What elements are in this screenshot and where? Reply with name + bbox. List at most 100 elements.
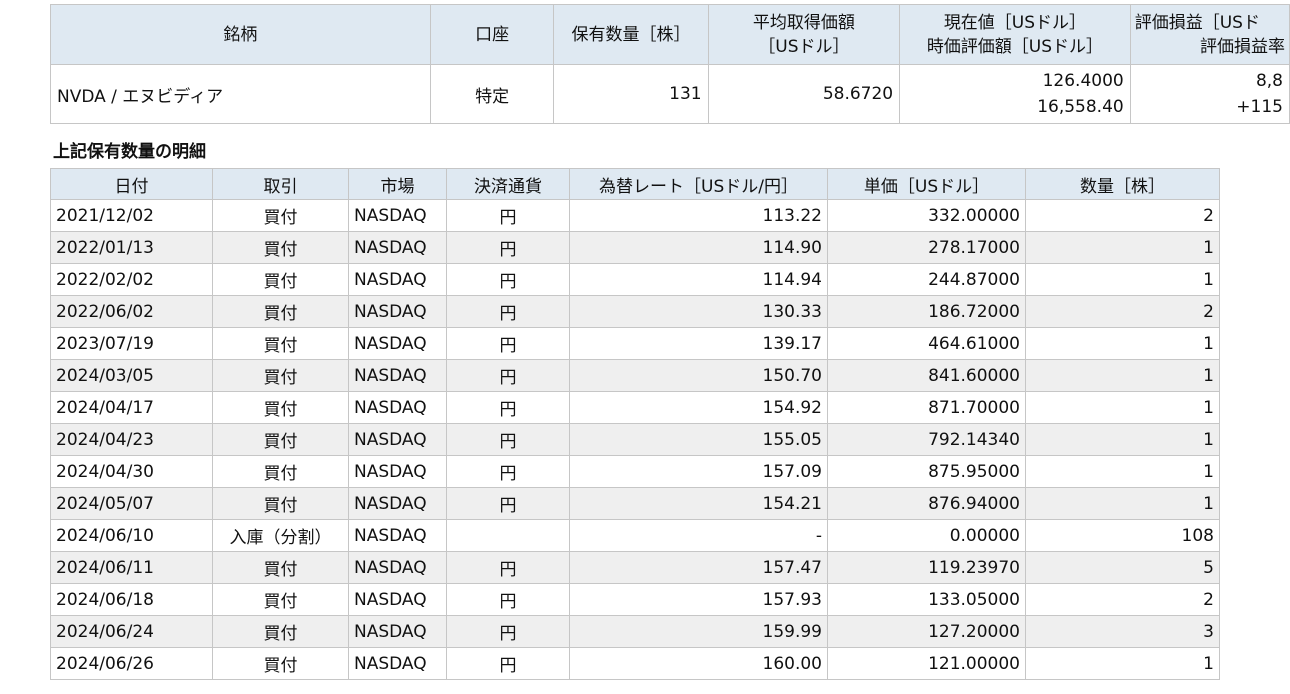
row-unit-price: 871.70000 <box>827 391 1026 424</box>
row-currency: 円 <box>446 231 570 264</box>
holding-current-price: 126.4000 <box>1042 71 1124 91</box>
row-currency: 円 <box>446 615 570 648</box>
holdings-summary-table: 銘柄 口座 保有数量［株］ 平均取得価額 ［USドル］ 現在値［USドル］ 時価… <box>50 4 1290 124</box>
row-quantity: 5 <box>1025 551 1220 584</box>
header-avg-cost-line1: 平均取得価額 <box>752 12 855 33</box>
table-row: 2024/04/23 買付 NASDAQ 円 155.05 792.14340 1 <box>50 423 1220 456</box>
row-trade: 買付 <box>212 423 349 456</box>
row-trade: 買付 <box>212 455 349 488</box>
row-fx-rate: - <box>569 519 828 552</box>
row-market: NASDAQ <box>348 391 447 424</box>
row-date: 2024/06/26 <box>50 647 213 680</box>
row-market: NASDAQ <box>348 647 447 680</box>
row-currency: 円 <box>446 551 570 584</box>
row-trade: 買付 <box>212 359 349 392</box>
header-date: 日付 <box>50 168 213 200</box>
holding-pl-rate: +115 <box>1236 97 1283 117</box>
row-quantity: 1 <box>1025 327 1220 360</box>
detail-header-row: 日付 取引 市場 決済通貨 為替レート［USドル/円］ 単価［USドル］ 数量［… <box>50 168 1220 200</box>
row-currency: 円 <box>446 423 570 456</box>
header-qty: 数量［株］ <box>1025 168 1220 200</box>
row-trade: 買付 <box>212 615 349 648</box>
table-row: 2024/06/26 買付 NASDAQ 円 160.00 121.00000 1 <box>50 647 1220 680</box>
row-date: 2022/01/13 <box>50 231 213 264</box>
row-date: 2024/06/18 <box>50 583 213 616</box>
header-brand: 銘柄 <box>50 4 431 65</box>
row-market: NASDAQ <box>348 231 447 264</box>
row-currency: 円 <box>446 487 570 520</box>
row-date: 2024/03/05 <box>50 359 213 392</box>
header-unit-price: 単価［USドル］ <box>827 168 1026 200</box>
row-trade: 買付 <box>212 327 349 360</box>
header-market: 市場 <box>348 168 447 200</box>
row-quantity: 1 <box>1025 231 1220 264</box>
row-trade: 買付 <box>212 583 349 616</box>
row-market: NASDAQ <box>348 487 447 520</box>
table-row: 2024/06/18 買付 NASDAQ 円 157.93 133.05000 2 <box>50 583 1220 616</box>
row-date: 2024/06/11 <box>50 551 213 584</box>
row-unit-price: 133.05000 <box>827 583 1026 616</box>
row-fx-rate: 159.99 <box>569 615 828 648</box>
holding-row: NVDA / エヌビディア 特定 131 58.6720 126.4000 16… <box>50 64 1290 124</box>
row-quantity: 3 <box>1025 615 1220 648</box>
row-fx-rate: 160.00 <box>569 647 828 680</box>
row-quantity: 1 <box>1025 359 1220 392</box>
holding-profit-loss: 8,8 +115 <box>1129 64 1290 124</box>
row-fx-rate: 150.70 <box>569 359 828 392</box>
row-quantity: 1 <box>1025 423 1220 456</box>
holding-account: 特定 <box>429 64 555 124</box>
holding-pl: 8,8 <box>1255 71 1283 91</box>
detail-section-title: 上記保有数量の明細 <box>53 142 206 162</box>
row-unit-price: 0.00000 <box>827 519 1026 552</box>
row-unit-price: 186.72000 <box>827 295 1026 328</box>
header-avg-cost: 平均取得価額 ［USドル］ <box>707 4 901 65</box>
header-market-value: 時価評価額［USドル］ <box>926 36 1104 57</box>
row-currency: 円 <box>446 263 570 296</box>
row-currency: 円 <box>446 455 570 488</box>
row-fx-rate: 139.17 <box>569 327 828 360</box>
row-fx-rate: 114.94 <box>569 263 828 296</box>
table-row: 2024/04/30 買付 NASDAQ 円 157.09 875.95000 1 <box>50 455 1220 488</box>
row-trade: 買付 <box>212 391 349 424</box>
row-trade: 買付 <box>212 295 349 328</box>
row-fx-rate: 155.05 <box>569 423 828 456</box>
row-quantity: 1 <box>1025 487 1220 520</box>
row-date: 2024/05/07 <box>50 487 213 520</box>
row-currency <box>446 519 570 552</box>
row-fx-rate: 157.47 <box>569 551 828 584</box>
row-fx-rate: 157.93 <box>569 583 828 616</box>
row-date: 2024/06/10 <box>50 519 213 552</box>
row-market: NASDAQ <box>348 263 447 296</box>
row-trade: 買付 <box>212 647 349 680</box>
header-fx-rate: 為替レート［USドル/円］ <box>569 168 828 200</box>
table-row: 2024/04/17 買付 NASDAQ 円 154.92 871.70000 1 <box>50 391 1220 424</box>
row-market: NASDAQ <box>348 615 447 648</box>
row-currency: 円 <box>446 359 570 392</box>
row-quantity: 1 <box>1025 455 1220 488</box>
row-currency: 円 <box>446 295 570 328</box>
row-unit-price: 244.87000 <box>827 263 1026 296</box>
row-market: NASDAQ <box>348 455 447 488</box>
row-unit-price: 119.23970 <box>827 551 1026 584</box>
holding-brand[interactable]: NVDA / エヌビディア <box>50 64 431 124</box>
holdings-detail-table: 日付 取引 市場 決済通貨 為替レート［USドル/円］ 単価［USドル］ 数量［… <box>50 168 1220 680</box>
table-row: 2024/05/07 買付 NASDAQ 円 154.21 876.94000 1 <box>50 487 1220 520</box>
row-unit-price: 841.60000 <box>827 359 1026 392</box>
table-row: 2024/06/10 入庫（分割） NASDAQ -0.00000 108 <box>50 519 1220 552</box>
table-row: 2024/06/11 買付 NASDAQ 円 157.47 119.23970 5 <box>50 551 1220 584</box>
row-quantity: 2 <box>1025 295 1220 328</box>
row-unit-price: 464.61000 <box>827 327 1026 360</box>
row-market: NASDAQ <box>348 295 447 328</box>
table-row: 2021/12/02 買付 NASDAQ 円 113.22 332.00000 2 <box>50 199 1220 232</box>
row-unit-price: 332.00000 <box>827 199 1026 232</box>
row-market: NASDAQ <box>348 519 447 552</box>
header-trade: 取引 <box>212 168 349 200</box>
row-unit-price: 127.20000 <box>827 615 1026 648</box>
row-date: 2023/07/19 <box>50 327 213 360</box>
row-trade: 入庫（分割） <box>212 519 349 552</box>
row-quantity: 108 <box>1025 519 1220 552</box>
table-row: 2023/07/19 買付 NASDAQ 円 139.17 464.61000 1 <box>50 327 1220 360</box>
row-market: NASDAQ <box>348 583 447 616</box>
row-date: 2021/12/02 <box>50 199 213 232</box>
row-unit-price: 121.00000 <box>827 647 1026 680</box>
